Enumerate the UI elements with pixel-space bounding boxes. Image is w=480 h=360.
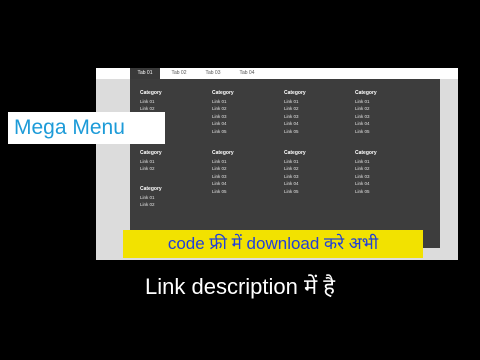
menu-link[interactable]: Link 02 — [140, 201, 162, 208]
menu-link[interactable]: Link 02 — [212, 105, 234, 112]
category-heading: Category — [140, 150, 162, 156]
menu-link[interactable]: Link 03 — [284, 113, 306, 120]
menu-link[interactable]: Link 04 — [355, 180, 377, 187]
category-heading: Category — [355, 90, 377, 96]
menu-link[interactable]: Link 05 — [284, 128, 306, 135]
menu-link[interactable]: Link 01 — [140, 98, 162, 105]
menu-link[interactable]: Link 01 — [284, 98, 306, 105]
menu-link[interactable]: Link 01 — [212, 98, 234, 105]
tab-01[interactable]: Tab 01 — [130, 68, 160, 79]
menu-link[interactable]: Link 03 — [355, 173, 377, 180]
menu-link[interactable]: Link 01 — [140, 158, 162, 165]
menu-link[interactable]: Link 04 — [212, 120, 234, 127]
menu-column-3-group-2: Category Link 01 Link 02 Link 03 Link 04… — [284, 150, 306, 195]
menu-link[interactable]: Link 01 — [284, 158, 306, 165]
menu-link[interactable]: Link 01 — [355, 98, 377, 105]
menu-link[interactable]: Link 03 — [212, 113, 234, 120]
menu-link[interactable]: Link 02 — [212, 165, 234, 172]
menu-column-2: Category Link 01 Link 02 Link 03 Link 04… — [212, 90, 234, 135]
menu-column-4: Category Link 01 Link 02 Link 03 Link 04… — [355, 90, 377, 135]
category-heading: Category — [284, 150, 306, 156]
menu-column-1-group-2: Category Link 01 Link 02 — [140, 150, 162, 173]
menu-link[interactable]: Link 05 — [355, 128, 377, 135]
menu-column-4-group-2: Category Link 01 Link 02 Link 03 Link 04… — [355, 150, 377, 195]
menu-link[interactable]: Link 04 — [284, 180, 306, 187]
menu-column-2-group-2: Category Link 01 Link 02 Link 03 Link 04… — [212, 150, 234, 195]
menu-link[interactable]: Link 02 — [355, 105, 377, 112]
menu-link[interactable]: Link 04 — [212, 180, 234, 187]
code-banner: code फ्री में download करे अभी — [123, 230, 423, 258]
menu-link[interactable]: Link 04 — [284, 120, 306, 127]
menu-column-1-group-3: Category Link 01 Link 02 — [140, 186, 162, 209]
tab-03[interactable]: Tab 03 — [198, 68, 228, 79]
menu-link[interactable]: Link 03 — [212, 173, 234, 180]
menu-link[interactable]: Link 04 — [355, 120, 377, 127]
menu-column-3: Category Link 01 Link 02 Link 03 Link 04… — [284, 90, 306, 135]
category-heading: Category — [212, 90, 234, 96]
menu-link[interactable]: Link 05 — [212, 128, 234, 135]
menu-link[interactable]: Link 02 — [355, 165, 377, 172]
menu-link[interactable]: Link 01 — [140, 194, 162, 201]
category-heading: Category — [140, 186, 162, 192]
tab-bar: Tab 01 Tab 02 Tab 03 Tab 04 — [96, 68, 458, 79]
menu-link[interactable]: Link 02 — [140, 165, 162, 172]
menu-link[interactable]: Link 05 — [355, 188, 377, 195]
menu-link[interactable]: Link 02 — [284, 105, 306, 112]
menu-link[interactable]: Link 03 — [284, 173, 306, 180]
menu-link[interactable]: Link 03 — [355, 113, 377, 120]
category-heading: Category — [140, 90, 162, 96]
category-heading: Category — [284, 90, 306, 96]
category-heading: Category — [355, 150, 377, 156]
description-caption: Link description में है — [145, 274, 335, 299]
tab-04[interactable]: Tab 04 — [232, 68, 262, 79]
menu-link[interactable]: Link 05 — [212, 188, 234, 195]
menu-link[interactable]: Link 02 — [284, 165, 306, 172]
mega-menu-panel: Category Link 01 Link 02 Link 03 Categor… — [130, 79, 440, 248]
menu-link[interactable]: Link 01 — [355, 158, 377, 165]
menu-link[interactable]: Link 05 — [284, 188, 306, 195]
menu-link[interactable]: Link 01 — [212, 158, 234, 165]
mega-menu-title: Mega Menu — [8, 112, 165, 144]
category-heading: Category — [212, 150, 234, 156]
tab-02[interactable]: Tab 02 — [164, 68, 194, 79]
